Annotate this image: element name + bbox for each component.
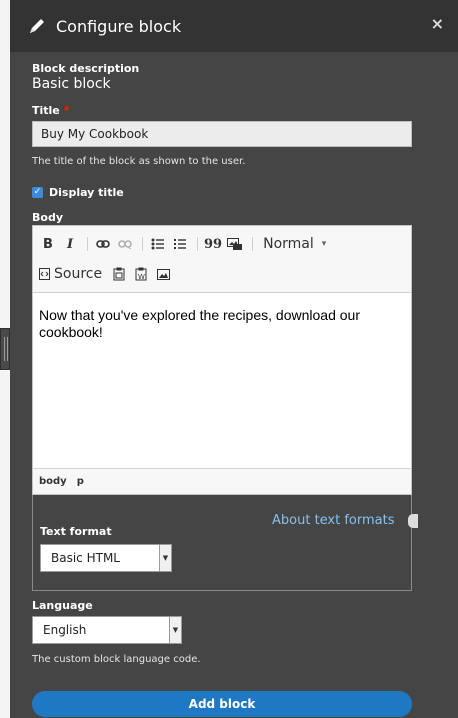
dialog-titlebar: Configure block × xyxy=(10,0,458,52)
display-title-checkbox[interactable]: ✓ xyxy=(32,187,43,198)
title-input[interactable] xyxy=(32,121,412,147)
format-select-value: Normal xyxy=(263,236,314,252)
editor-toolbar: B I 99 Normal ▾ Source W xyxy=(33,226,411,293)
italic-button[interactable]: I xyxy=(61,234,79,254)
resize-handle[interactable] xyxy=(0,328,10,370)
required-marker: * xyxy=(63,104,70,117)
toolbar-row-1: B I 99 Normal ▾ xyxy=(39,232,326,256)
editor-content[interactable]: Now that you've explored the recipes, do… xyxy=(33,293,411,453)
toolbar-separator xyxy=(87,237,88,251)
insert-image-icon[interactable] xyxy=(154,264,172,284)
link-icon[interactable] xyxy=(94,234,112,254)
block-description-value: Basic block xyxy=(32,76,111,92)
language-select[interactable]: English ▼ xyxy=(32,616,182,644)
text-format-select[interactable]: Basic HTML ▼ xyxy=(40,544,172,572)
text-format-label: Text format xyxy=(40,525,112,538)
dropdown-arrow-icon: ▼ xyxy=(169,617,181,643)
body-label: Body xyxy=(32,211,63,224)
display-title-label: Display title xyxy=(49,186,124,199)
bold-button[interactable]: B xyxy=(39,234,57,254)
language-description: The custom block language code. xyxy=(32,654,201,665)
blockquote-button[interactable]: 99 xyxy=(204,234,222,254)
close-icon[interactable]: × xyxy=(431,14,444,33)
image-icon[interactable] xyxy=(226,234,244,254)
configure-block-dialog: Configure block × Block description Basi… xyxy=(10,0,458,718)
title-description: The title of the block as shown to the u… xyxy=(32,156,246,167)
paste-from-word-icon[interactable]: W xyxy=(132,264,150,284)
source-button[interactable]: Source xyxy=(39,266,102,282)
toolbar-separator xyxy=(142,237,143,251)
svg-text:W: W xyxy=(138,273,145,281)
display-title-row: ✓ Display title xyxy=(32,186,124,199)
numbered-list-icon[interactable] xyxy=(171,234,189,254)
format-select[interactable]: Normal ▾ xyxy=(263,236,326,252)
path-item[interactable]: body xyxy=(39,476,67,487)
add-block-button[interactable]: Add block xyxy=(32,691,412,717)
bulleted-list-icon[interactable] xyxy=(149,234,167,254)
dropdown-arrow-icon: ▼ xyxy=(159,545,171,571)
toolbar-separator xyxy=(197,237,198,251)
toolbar-row-2: Source W xyxy=(39,262,176,286)
source-label: Source xyxy=(54,266,103,282)
about-text-formats-link[interactable]: About text formats xyxy=(272,513,395,528)
title-label: Title * xyxy=(32,104,69,117)
text-format-value: Basic HTML xyxy=(51,551,120,565)
tooltip-icon xyxy=(408,514,418,528)
text-format-wrapper xyxy=(32,495,412,591)
block-description-label: Block description xyxy=(32,62,140,75)
pencil-icon xyxy=(26,15,48,37)
unlink-icon[interactable] xyxy=(116,234,134,254)
element-path: body p xyxy=(33,468,411,494)
source-icon xyxy=(39,268,50,280)
language-label: Language xyxy=(32,599,93,612)
language-value: English xyxy=(43,623,87,637)
toolbar-separator xyxy=(252,237,254,251)
rich-text-editor: B I 99 Normal ▾ Source W Now that you've… xyxy=(32,225,412,495)
dialog-title: Configure block xyxy=(56,16,182,36)
paste-text-icon[interactable] xyxy=(110,264,128,284)
path-item[interactable]: p xyxy=(77,476,84,487)
title-label-text: Title xyxy=(32,104,60,117)
chevron-down-icon: ▾ xyxy=(321,239,327,249)
